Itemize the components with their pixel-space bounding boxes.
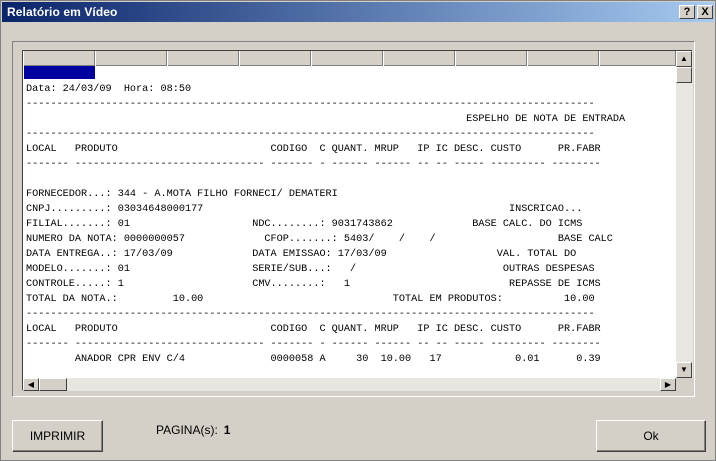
report-text: Data: 24/03/09 Hora: 08:50 -------------… — [26, 84, 626, 365]
window-title: Relatório em Vídeo — [7, 5, 118, 19]
print-button[interactable]: IMPRIMIR — [12, 420, 103, 452]
column-header-cell[interactable] — [23, 51, 95, 66]
column-header-cell[interactable] — [383, 51, 455, 66]
column-header-row — [23, 51, 676, 66]
horizontal-scroll-thumb[interactable] — [39, 378, 67, 391]
horizontal-scrollbar[interactable]: ◀ ▶ — [23, 378, 676, 391]
arrow-left-icon[interactable]: ◀ — [23, 378, 39, 391]
report-viewer: Data: 24/03/09 Hora: 08:50 -------------… — [12, 41, 695, 397]
column-header-cell[interactable] — [311, 51, 383, 66]
vertical-scroll-thumb[interactable] — [676, 67, 692, 83]
scroll-corner — [676, 378, 693, 391]
close-button[interactable]: X — [697, 5, 713, 19]
column-header-cell[interactable] — [599, 51, 676, 66]
ok-button[interactable]: Ok — [596, 420, 706, 452]
column-header-cell[interactable] — [455, 51, 527, 66]
selected-cell[interactable] — [24, 66, 95, 79]
report-area[interactable]: Data: 24/03/09 Hora: 08:50 -------------… — [23, 66, 676, 378]
page-number: 1 — [223, 423, 231, 437]
arrow-up-icon[interactable]: ▲ — [676, 51, 692, 67]
report-grid: Data: 24/03/09 Hora: 08:50 -------------… — [22, 50, 693, 391]
page-label: PAGINA(s): — [156, 423, 218, 437]
column-header-cell[interactable] — [239, 51, 311, 66]
page-indicator: PAGINA(s): 1 — [156, 423, 230, 437]
help-button[interactable]: ? — [679, 5, 695, 19]
report-window: Relatório em Vídeo ? X Data: 24/03/09 Ho… — [0, 0, 716, 461]
title-bar[interactable]: Relatório em Vídeo ? X — [2, 2, 714, 22]
column-header-cell[interactable] — [95, 51, 167, 66]
column-header-cell[interactable] — [167, 51, 239, 66]
vertical-scrollbar[interactable]: ▲ ▼ — [676, 51, 693, 378]
arrow-down-icon[interactable]: ▼ — [676, 362, 692, 378]
arrow-right-icon[interactable]: ▶ — [660, 378, 676, 391]
column-header-cell[interactable] — [527, 51, 599, 66]
